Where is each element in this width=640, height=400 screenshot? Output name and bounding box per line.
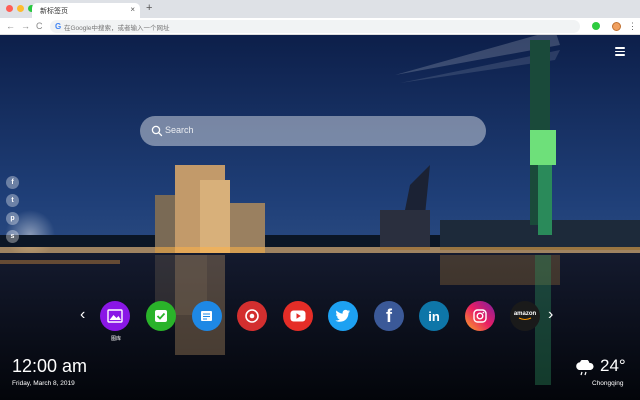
back-icon[interactable]: ←	[6, 20, 15, 32]
chrome-icon	[245, 309, 259, 323]
twitter-icon	[335, 309, 350, 322]
reload-icon[interactable]: C	[36, 20, 43, 32]
clock-time: 12:00 am	[12, 356, 88, 376]
youtube-icon	[290, 310, 306, 322]
twitter-shortcut[interactable]	[328, 301, 358, 331]
twitter-share-icon[interactable]: t	[6, 194, 19, 207]
profile-avatar[interactable]	[612, 22, 621, 31]
notes-icon	[201, 311, 212, 321]
tab-close-icon[interactable]: ×	[130, 5, 135, 14]
window-controls	[6, 5, 35, 12]
facebook-share-icon[interactable]: f	[6, 176, 19, 189]
menu-icon[interactable]	[615, 47, 625, 56]
forward-icon[interactable]: →	[21, 20, 30, 32]
address-bar-placeholder: 在Google中搜索，或者输入一个网址	[64, 25, 170, 32]
search-bar[interactable]: Search	[140, 116, 486, 146]
youtube-shortcut[interactable]	[283, 301, 313, 331]
address-bar[interactable]: G 在Google中搜索，或者输入一个网址	[50, 20, 580, 33]
cloud-rain-icon	[576, 360, 594, 376]
check-icon	[155, 310, 167, 322]
extension-icon[interactable]	[592, 22, 600, 30]
google-icon: G	[55, 22, 62, 31]
linkedin-shortcut[interactable]: in	[419, 301, 449, 331]
amazon-shortcut[interactable]: amazon	[510, 301, 540, 331]
close-window-button[interactable]	[6, 5, 13, 12]
carousel-prev-icon[interactable]: ‹	[80, 306, 85, 324]
clock-date: Friday, March 8, 2019	[12, 380, 75, 387]
browser-tab-bar: 新标签页 × +	[0, 0, 640, 18]
chrome-shortcut[interactable]	[237, 301, 267, 331]
new-tab-button[interactable]: +	[146, 3, 152, 14]
notes-shortcut[interactable]	[192, 301, 222, 331]
gallery-shortcut-label: 图库	[110, 336, 121, 342]
image-icon	[107, 309, 123, 323]
amazon-smile-icon	[518, 317, 532, 320]
carousel-next-icon[interactable]: ›	[548, 306, 553, 324]
search-icon	[151, 125, 163, 137]
browser-tab[interactable]: 新标签页 ×	[32, 3, 140, 18]
weather-city: Chongqing	[592, 380, 624, 387]
facebook-shortcut[interactable]: f	[374, 301, 404, 331]
minimize-window-button[interactable]	[17, 5, 24, 12]
pinterest-share-icon[interactable]: p	[6, 212, 19, 225]
check-shortcut[interactable]	[146, 301, 176, 331]
search-placeholder: Search	[165, 125, 194, 135]
instagram-icon	[473, 309, 487, 323]
gallery-shortcut[interactable]	[100, 301, 130, 331]
weather-temperature: 24°	[600, 356, 626, 375]
tab-title: 新标签页	[40, 8, 68, 15]
share-icon[interactable]: s	[6, 230, 19, 243]
instagram-shortcut[interactable]	[465, 301, 495, 331]
linkedin-icon: in	[428, 308, 440, 324]
browser-toolbar: ← → C G 在Google中搜索，或者输入一个网址 ⋮	[0, 18, 640, 35]
browser-menu-icon[interactable]: ⋮	[628, 20, 637, 32]
background-image	[0, 35, 640, 400]
facebook-icon: f	[386, 305, 392, 326]
